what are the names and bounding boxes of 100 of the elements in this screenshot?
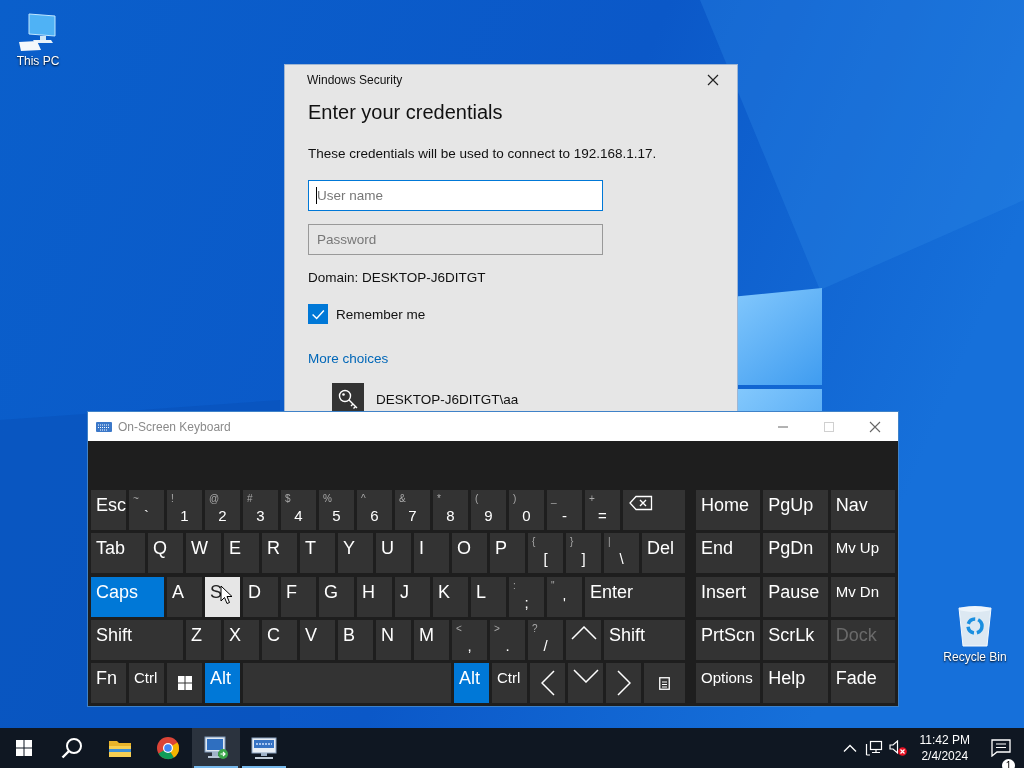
- keyboard-key[interactable]: @ 2: [205, 490, 240, 530]
- chevron-up-icon[interactable]: [842, 744, 857, 752]
- keyboard-key[interactable]: PgUp: [763, 490, 828, 530]
- keyboard-key[interactable]: Enter: [585, 576, 685, 617]
- start-icon: [177, 676, 192, 690]
- keyboard-key[interactable]: M: [414, 619, 449, 660]
- keyboard-key[interactable]: Del: [642, 533, 685, 574]
- keyboard-key[interactable]: % 5: [319, 490, 354, 530]
- keyboard-key[interactable]: A: [167, 576, 202, 617]
- keyboard-key[interactable]: I: [414, 533, 449, 574]
- username-field[interactable]: User name: [308, 180, 603, 211]
- keyboard-key[interactable]: { [: [528, 533, 563, 574]
- volume-muted-icon[interactable]: [888, 740, 907, 756]
- keyboard-key[interactable]: Tab: [91, 533, 145, 574]
- keyboard-key[interactable]: Insert: [696, 576, 761, 617]
- checkbox[interactable]: [308, 304, 328, 324]
- keyboard-key[interactable]: T: [300, 533, 335, 574]
- keyboard-key[interactable]: _ -: [547, 490, 582, 530]
- keyboard-key[interactable]: Fn: [91, 663, 126, 703]
- keyboard-key[interactable]: [606, 663, 641, 703]
- keyboard-key[interactable]: Caps: [91, 576, 164, 617]
- keyboard-key[interactable]: + =: [585, 490, 620, 530]
- maximize-icon: [823, 420, 835, 433]
- keyboard-key[interactable]: & 7: [395, 490, 430, 530]
- window-title: Windows Security: [307, 73, 403, 87]
- close-button[interactable]: [705, 72, 721, 88]
- keyboard-key[interactable]: Q: [148, 533, 183, 574]
- keyboard-key[interactable]: F: [281, 576, 316, 617]
- keyboard-key[interactable]: Nav: [830, 490, 895, 530]
- keyboard-key[interactable]: PrtScn: [696, 619, 761, 660]
- keyboard-key[interactable]: R: [262, 533, 297, 574]
- keyboard-key[interactable]: $ 4: [281, 490, 316, 530]
- keyboard-key[interactable]: O: [452, 533, 487, 574]
- keyboard-key[interactable]: V: [300, 619, 335, 660]
- keyboard-key[interactable]: | \: [604, 533, 639, 574]
- more-choices-link[interactable]: More choices: [308, 349, 389, 369]
- keyboard-key[interactable]: ( 9: [471, 490, 506, 530]
- keyboard-key[interactable]: PgDn: [763, 533, 828, 574]
- recycle-bin-icon[interactable]: [955, 604, 995, 648]
- taskbar-button[interactable]: [192, 728, 240, 768]
- keyboard-key[interactable]: * 8: [433, 490, 468, 530]
- chevron-down-icon: [572, 669, 599, 683]
- keyboard-key[interactable]: Shift: [604, 619, 685, 660]
- keyboard-key[interactable]: Fade: [830, 663, 895, 703]
- keyboard-key[interactable]: D: [243, 576, 278, 617]
- keyboard-key[interactable]: Z: [186, 619, 221, 660]
- keyboard-key[interactable]: [623, 490, 685, 530]
- window-title: On-Screen Keyboard: [118, 419, 231, 434]
- keyboard-key[interactable]: Home: [696, 490, 761, 530]
- keyboard-key[interactable]: [644, 663, 685, 703]
- keyboard-key[interactable]: Mv Dn: [830, 576, 895, 617]
- account-tile[interactable]: [332, 383, 364, 411]
- keyboard-key[interactable]: H: [357, 576, 392, 617]
- keyboard-key[interactable]: ! 1: [167, 490, 202, 530]
- keyboard-key[interactable]: ~ `: [129, 490, 164, 530]
- keyboard-key[interactable]: ^ 6: [357, 490, 392, 530]
- keyboard-key[interactable]: C: [262, 619, 297, 660]
- checkbox-label[interactable]: Remember me: [336, 306, 426, 322]
- keyboard-key[interactable]: < ,: [452, 619, 487, 660]
- circle-logo-icon: [156, 736, 180, 760]
- keyboard-key[interactable]: } ]: [566, 533, 601, 574]
- keyboard-key[interactable]: J: [395, 576, 430, 617]
- keyboard-key[interactable]: Shift: [91, 619, 183, 660]
- keyboard-key[interactable]: ) 0: [509, 490, 544, 530]
- keyboard-key[interactable]: Ctrl: [129, 663, 164, 703]
- keyboard-key[interactable]: # 3: [243, 490, 278, 530]
- keyboard-key[interactable]: : ;: [509, 576, 544, 617]
- keyboard-key[interactable]: L: [471, 576, 506, 617]
- keyboard-key[interactable]: [167, 663, 202, 703]
- keyboard-key[interactable]: Mv Up: [830, 533, 895, 574]
- clock-time[interactable]: 11:42 PM: [919, 732, 970, 748]
- keyboard-key[interactable]: Y: [338, 533, 373, 574]
- notification-icon[interactable]: [991, 739, 1011, 757]
- keyboard-key[interactable]: P: [490, 533, 525, 574]
- keyboard-key[interactable]: Help: [763, 663, 828, 703]
- network-icon[interactable]: [864, 740, 883, 756]
- keyboard-key[interactable]: Esc: [91, 490, 126, 530]
- keyboard-key[interactable]: ScrLk: [763, 619, 828, 660]
- keyboard-key[interactable]: K: [433, 576, 468, 617]
- keyboard-key[interactable]: " ': [547, 576, 582, 617]
- keyboard-key[interactable]: X: [224, 619, 259, 660]
- keyboard-key[interactable]: Options: [696, 663, 761, 703]
- account-name[interactable]: DESKTOP-J6DITGT\aa: [376, 391, 519, 407]
- clock-date[interactable]: 2/4/2024: [921, 748, 969, 764]
- keyboard-key[interactable]: G: [319, 576, 354, 617]
- keyboard-key[interactable]: Ctrl: [492, 663, 527, 703]
- keyboard-key[interactable]: ? /: [528, 619, 563, 660]
- keyboard-key[interactable]: Alt: [205, 663, 240, 703]
- keyboard-key[interactable]: B: [338, 619, 373, 660]
- keyboard-key[interactable]: W: [186, 533, 221, 574]
- keyboard-key[interactable]: End: [696, 533, 761, 574]
- keyboard-key[interactable]: [568, 663, 603, 703]
- keyboard-key[interactable]: [566, 619, 601, 660]
- password-field[interactable]: Password: [308, 224, 603, 255]
- keyboard-key[interactable]: > .: [490, 619, 525, 660]
- keyboard-key[interactable]: U: [376, 533, 411, 574]
- keyboard-key[interactable]: Pause: [763, 576, 828, 617]
- keyboard-key[interactable]: E: [224, 533, 259, 574]
- keyboard-key[interactable]: Alt: [454, 663, 489, 703]
- keyboard-key[interactable]: N: [376, 619, 411, 660]
